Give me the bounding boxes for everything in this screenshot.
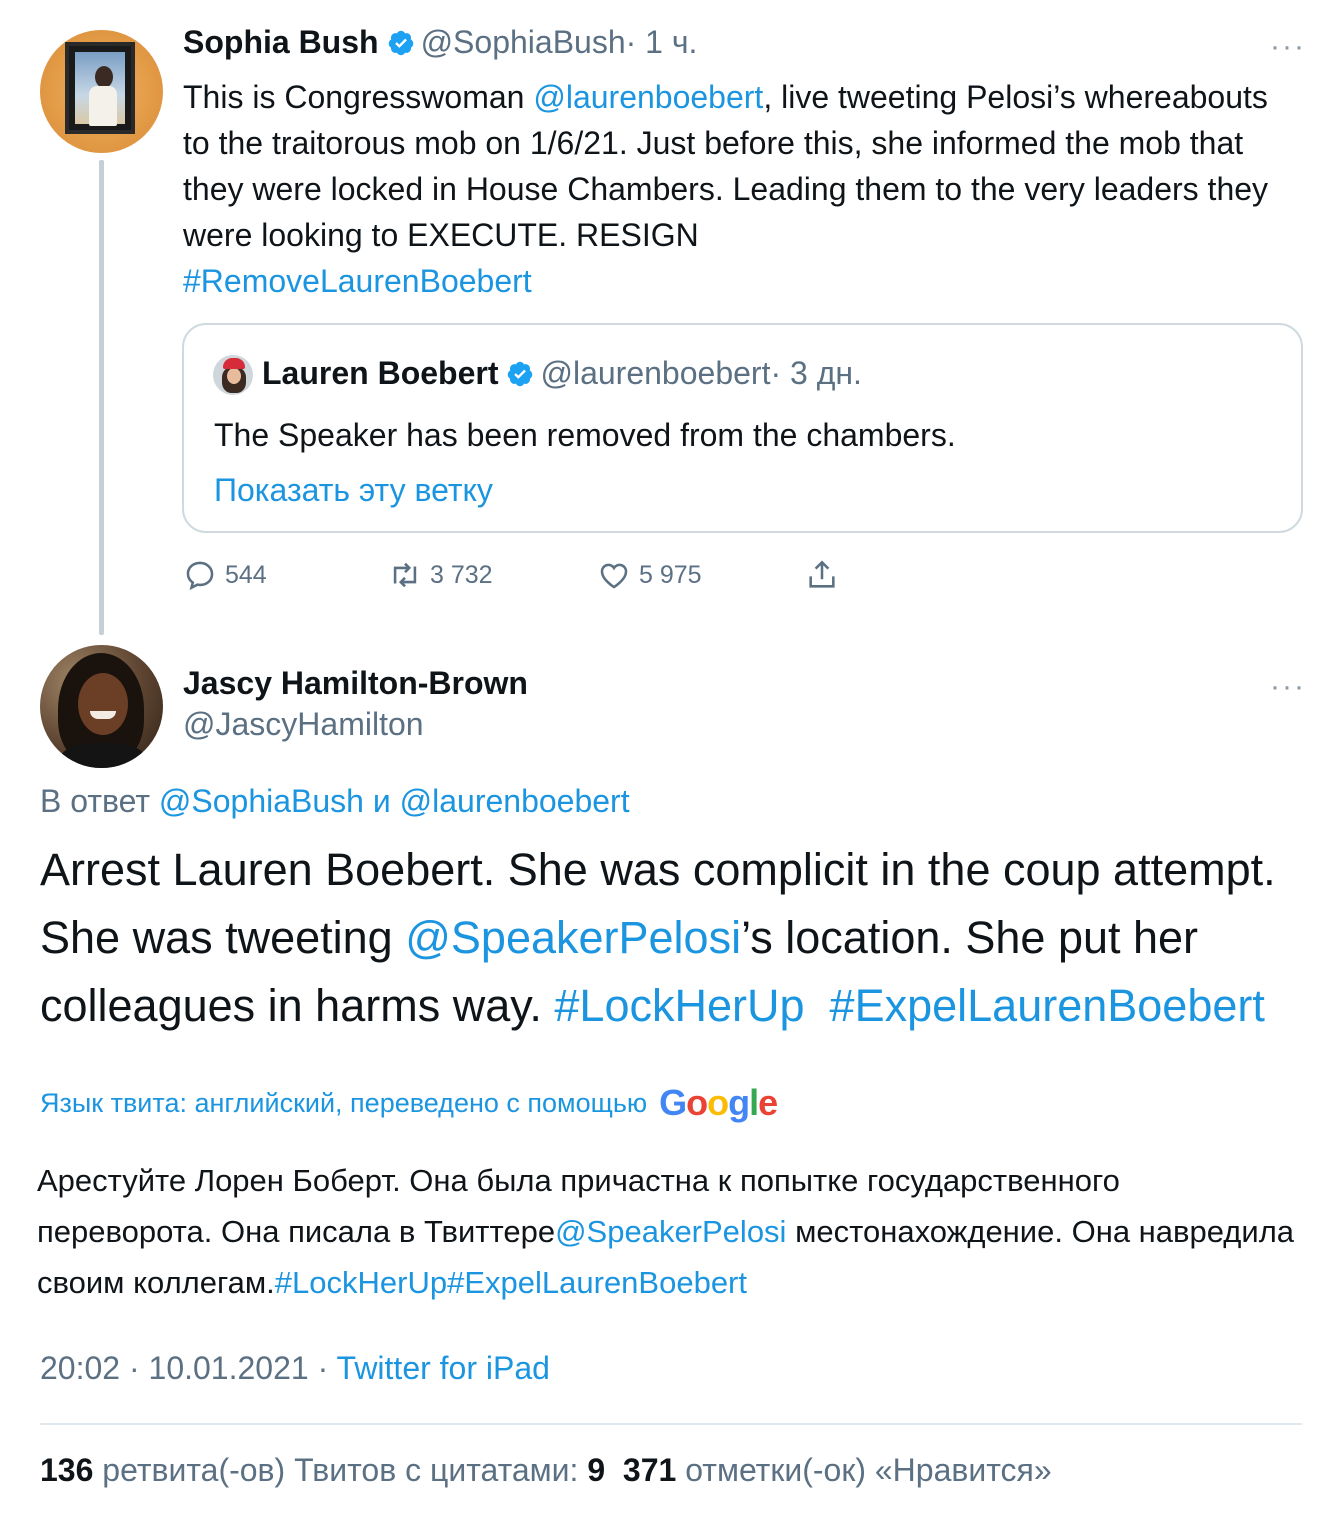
mention-link[interactable]: @SophiaBush <box>159 783 364 819</box>
tweet-meta: 20:02 · 10.01.2021 · Twitter for iPad <box>40 1350 550 1387</box>
reply-prefix: В ответ <box>40 783 159 819</box>
tweet-header: Sophia Bush @SophiaBush· 1 ч. <box>183 24 697 61</box>
client-link[interactable]: Twitter for iPad <box>337 1350 550 1386</box>
hashtag-link[interactable]: #LockHerUp <box>275 1265 447 1300</box>
avatar[interactable] <box>40 30 163 153</box>
reply-button[interactable]: 544 <box>183 555 267 595</box>
timestamp[interactable]: 20:02 · 10.01.2021 · <box>40 1350 337 1386</box>
hashtag-link[interactable]: #ExpelLaurenBoebert <box>830 980 1265 1031</box>
translation-label: Язык твита: английский, переведено с пом… <box>40 1087 648 1118</box>
quoted-tweet-header: Lauren Boebert @laurenboebert· 3 дн. <box>262 355 862 392</box>
tweet-text-part: This is Congresswoman <box>183 79 534 115</box>
mention-link[interactable]: @SpeakerPelosi <box>405 912 741 963</box>
retweets-count[interactable]: 136 <box>40 1452 93 1488</box>
quoted-author-name: Lauren Boebert <box>262 355 499 391</box>
retweet-icon <box>393 562 417 588</box>
tweet-text: Arrest Lauren Boebert. She was complicit… <box>40 836 1310 1040</box>
mention-link[interactable]: @laurenboebert <box>400 783 630 819</box>
quoted-author-handle: @laurenboebert <box>540 355 771 391</box>
google-logo: Google <box>659 1082 778 1123</box>
retweet-button[interactable]: 3 732 <box>388 555 493 595</box>
more-icon[interactable]: ··· <box>1270 30 1306 64</box>
author-name[interactable]: Jascy Hamilton-Brown <box>183 665 528 702</box>
quoted-time: · 3 дн. <box>770 355 862 391</box>
retweet-count: 3 732 <box>430 560 493 589</box>
share-button[interactable] <box>805 555 839 595</box>
reply-context: В ответ @SophiaBush и @laurenboebert <box>40 783 630 820</box>
hashtag-link[interactable]: #LockHerUp <box>554 980 804 1031</box>
hashtag-link[interactable]: #ExpelLaurenBoebert <box>447 1265 747 1300</box>
tweet-time[interactable]: · 1 ч. <box>626 24 698 60</box>
show-thread-link[interactable]: Показать эту ветку <box>214 472 493 509</box>
likes-count[interactable]: 371 <box>623 1452 676 1488</box>
like-button[interactable]: 5 975 <box>597 555 702 595</box>
quoted-tweet-text: The Speaker has been removed from the ch… <box>214 417 956 453</box>
author-name[interactable]: Sophia Bush <box>183 24 379 60</box>
quotes-label[interactable]: Твитов с цитатами: <box>294 1452 587 1488</box>
tweet-stats: 136 ретвита(-ов) Твитов с цитатами: 9 37… <box>40 1452 1052 1489</box>
retweets-label[interactable]: ретвита(-ов) <box>93 1452 294 1488</box>
like-count: 5 975 <box>639 560 702 589</box>
hashtag-link[interactable]: #RemoveLaurenBoebert <box>183 263 532 299</box>
verified-badge-icon <box>508 361 533 387</box>
author-handle[interactable]: @JascyHamilton <box>183 706 424 743</box>
translated-text: Арестуйте Лорен Боберт. Она была причаст… <box>37 1155 1297 1308</box>
reply-count: 544 <box>225 560 267 589</box>
share-icon <box>809 560 835 588</box>
thread-line <box>99 160 104 635</box>
likes-label[interactable]: отметки(-ок) «Нравится» <box>676 1452 1051 1488</box>
reply-icon <box>186 561 214 591</box>
author-handle[interactable]: @SophiaBush <box>421 24 626 60</box>
tweet-text: This is Congresswoman @laurenboebert, li… <box>183 74 1293 304</box>
mention-link[interactable]: @laurenboebert <box>533 79 763 115</box>
divider <box>40 1423 1302 1425</box>
verified-badge-icon <box>388 30 413 56</box>
translation-attribution[interactable]: Язык твита: английский, переведено с пом… <box>40 1082 778 1124</box>
avatar[interactable] <box>40 645 163 768</box>
mention-link[interactable]: @SpeakerPelosi <box>555 1214 786 1249</box>
avatar-frame <box>65 42 135 134</box>
quoted-avatar <box>213 355 253 395</box>
reply-and: и <box>363 783 400 819</box>
quotes-count[interactable]: 9 <box>587 1452 605 1488</box>
more-icon[interactable]: ··· <box>1270 670 1306 704</box>
like-icon <box>600 563 628 589</box>
